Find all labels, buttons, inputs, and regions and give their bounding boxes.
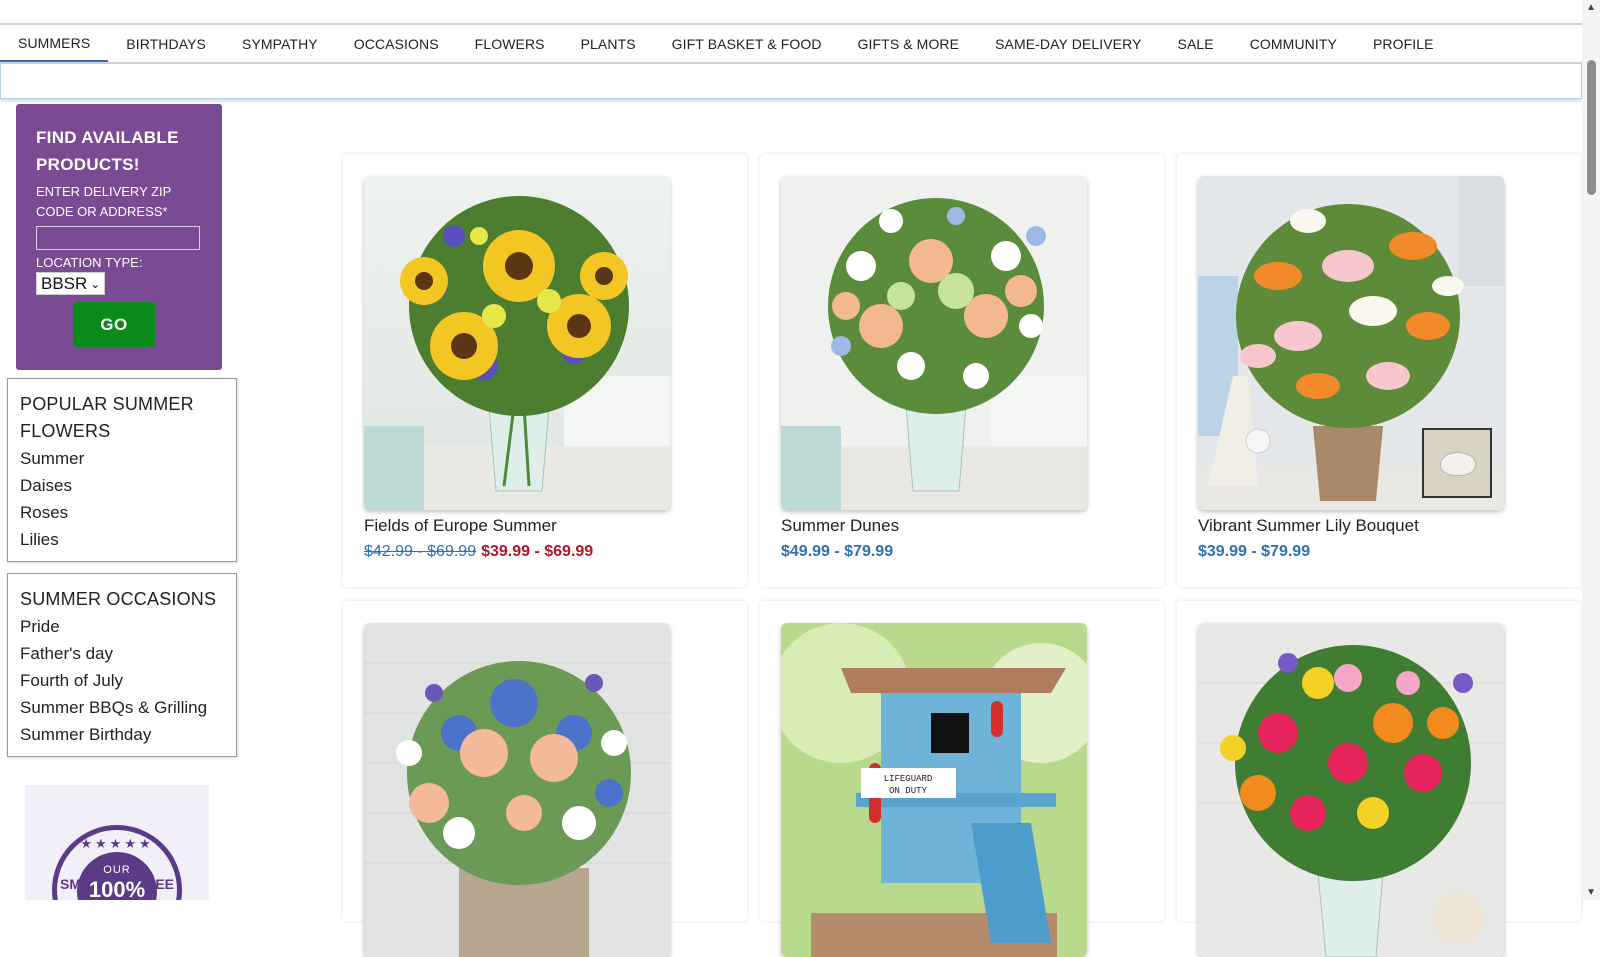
occasion-link-pride[interactable]: Pride (20, 613, 224, 640)
vertical-scrollbar[interactable]: ▲ ▼ (1582, 0, 1600, 900)
popular-flowers-box: POPULAR SUMMER FLOWERS Summer Daises Ros… (7, 378, 237, 562)
nav-item-occasions[interactable]: OCCASIONS (336, 25, 457, 63)
zip-label-line1: ENTER DELIVERY ZIP (36, 184, 172, 199)
sub-nav-strip (0, 63, 1582, 99)
lily-bouquet-image[interactable] (1198, 176, 1504, 510)
product-price: $49.99 - $79.99 (781, 543, 894, 560)
occasion-link-bbq-grilling[interactable]: Summer BBQs & Grilling (20, 694, 224, 721)
product-card[interactable]: Vibrant Summer Lily Bouquet $39.99 - $79… (1177, 154, 1581, 587)
lifeguard-birdhouse-image[interactable]: LIFEGUARD ON DUTY (781, 623, 1087, 957)
birdhouse-sign-line2: ON DUTY (889, 786, 927, 796)
occasion-link-summer-birthday[interactable]: Summer Birthday (20, 721, 224, 748)
nav-item-gift-basket-food[interactable]: GIFT BASKET & FOOD (654, 25, 840, 63)
guarantee-badge: ★★★★★ SM EE OUR 100% (25, 785, 209, 900)
seal-percent-text: 100% (88, 877, 146, 900)
occasion-link-fourth-of-july[interactable]: Fourth of July (20, 667, 224, 694)
finder-title-line2: PRODUCTS! (36, 155, 140, 174)
occasion-link-fathers-day[interactable]: Father's day (20, 640, 224, 667)
nav-item-summers[interactable]: SUMMERS (0, 25, 109, 63)
zip-input[interactable] (36, 226, 200, 250)
nav-item-community[interactable]: COMMUNITY (1232, 25, 1355, 63)
popular-link-summer[interactable]: Summer (20, 445, 224, 472)
product-price: $42.99 - $69.99 $39.99 - $69.99 (364, 543, 593, 561)
image-thumbnail[interactable] (1422, 428, 1492, 498)
nav-item-profile[interactable]: PROFILE (1355, 25, 1452, 63)
seal-arc-right: EE (155, 876, 174, 892)
finder-title-line1: FIND AVAILABLE (36, 128, 179, 147)
chevron-down-icon: ⌄ (90, 276, 101, 291)
zip-label-line2: CODE OR ADDRESS* (36, 204, 168, 219)
summer-occasions-box: SUMMER OCCASIONS Pride Father's day Four… (7, 573, 237, 757)
scroll-down-icon[interactable]: ▼ (1586, 887, 1596, 898)
popular-link-lilies[interactable]: Lilies (20, 526, 224, 553)
nav-item-birthdays[interactable]: BIRTHDAYS (108, 25, 224, 63)
location-type-select[interactable]: BBSR ⌄ (36, 272, 106, 295)
blue-peach-box-bouquet-image[interactable] (364, 623, 670, 957)
product-name[interactable]: Summer Dunes (781, 516, 899, 536)
main-nav: SUMMERS BIRTHDAYS SYMPATHY OCCASIONS FLO… (0, 25, 1582, 63)
product-original-price: $42.99 - $69.99 (364, 543, 477, 560)
product-sale-price: $39.99 - $69.99 (481, 543, 594, 560)
popular-link-daises[interactable]: Daises (20, 472, 224, 499)
popular-link-roses[interactable]: Roses (20, 499, 224, 526)
peach-rose-bouquet-image[interactable] (781, 176, 1087, 510)
scroll-thumb[interactable] (1587, 60, 1596, 195)
guarantee-seal: ★★★★★ SM EE OUR 100% (52, 825, 182, 900)
zip-label: ENTER DELIVERY ZIP CODE OR ADDRESS* (36, 182, 202, 222)
product-name[interactable]: Fields of Europe Summer (364, 516, 557, 536)
nav-item-gifts-more[interactable]: GIFTS & MORE (840, 25, 978, 63)
scroll-up-icon[interactable]: ▲ (1586, 2, 1596, 13)
product-card[interactable]: Fields of Europe Summer $42.99 - $69.99 $… (343, 154, 747, 587)
product-price: $39.99 - $79.99 (1198, 543, 1311, 560)
nav-item-sympathy[interactable]: SYMPATHY (224, 25, 336, 63)
nav-item-sale[interactable]: SALE (1160, 25, 1232, 63)
bright-mixed-bouquet-image[interactable] (1198, 623, 1504, 957)
nav-item-plants[interactable]: PLANTS (563, 25, 654, 63)
seal-center: OUR 100% (77, 852, 157, 900)
popular-heading-line2: FLOWERS (20, 421, 111, 441)
sunflower-bouquet-image[interactable] (364, 176, 670, 510)
product-finder: FIND AVAILABLE PRODUCTS! ENTER DELIVERY … (16, 104, 222, 370)
go-button[interactable]: GO (73, 302, 155, 347)
location-type-value: BBSR (41, 273, 88, 293)
product-card[interactable] (343, 601, 747, 957)
stars-icon: ★★★★★ (80, 836, 154, 851)
seal-our-text: OUR (103, 864, 131, 876)
product-card[interactable] (1177, 601, 1581, 957)
product-name[interactable]: Vibrant Summer Lily Bouquet (1198, 516, 1419, 536)
product-card[interactable]: Summer Dunes $49.99 - $79.99 (760, 154, 1164, 587)
nav-item-same-day-delivery[interactable]: SAME-DAY DELIVERY (977, 25, 1159, 63)
nav-item-flowers[interactable]: FLOWERS (457, 25, 563, 63)
birdhouse-sign-line1: LIFEGUARD (884, 774, 933, 784)
popular-heading-line1: POPULAR SUMMER (20, 394, 194, 414)
occasions-heading: SUMMER OCCASIONS (20, 589, 217, 609)
location-type-label: LOCATION TYPE: (36, 255, 143, 270)
product-card[interactable]: LIFEGUARD ON DUTY (760, 601, 1164, 957)
